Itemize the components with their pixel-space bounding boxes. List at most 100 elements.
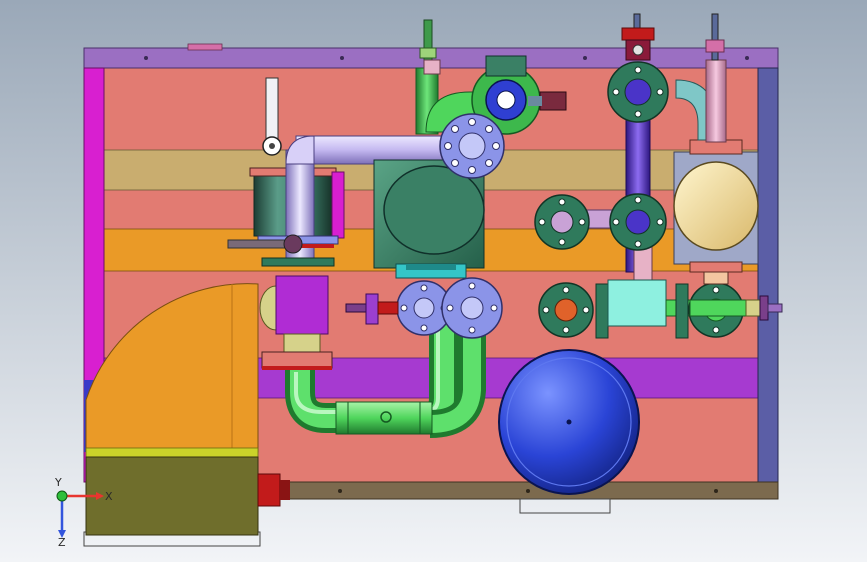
sample-valve-body: [365, 293, 379, 325]
valve-ring: [261, 257, 335, 267]
flange-ring: [595, 283, 609, 339]
top-rail-tab: [187, 43, 223, 51]
flange-bolt: [612, 88, 620, 96]
flange-bore: [554, 298, 578, 322]
flange-bolt: [420, 284, 428, 292]
green-outlet-pipe: [689, 299, 751, 317]
expansion-tank[interactable]: [498, 349, 640, 495]
vent-stem: [423, 59, 441, 75]
red-connector-cap: [280, 480, 290, 500]
flange-bore: [625, 209, 651, 235]
flange-bolt: [612, 218, 620, 226]
ball-valve-knob-2[interactable]: [283, 234, 303, 254]
flange-bolt: [562, 286, 570, 294]
flange-bolt: [578, 218, 586, 226]
sample-valve-port: [377, 301, 399, 315]
outlet-fitting: [745, 299, 761, 317]
outlet-valve-handle[interactable]: [767, 303, 783, 313]
strainer-body[interactable]: [275, 275, 329, 335]
flange-bolt: [492, 142, 500, 150]
flange-bolt: [558, 238, 566, 246]
flange-bore: [624, 78, 652, 106]
flange-bolt: [485, 159, 493, 167]
flange-bolt: [712, 326, 720, 334]
flange-bore: [550, 210, 574, 234]
booster-pump-bottom-flange: [689, 261, 743, 273]
flange-bolt: [468, 118, 476, 126]
bolt: [526, 489, 530, 493]
flange-bolt: [582, 306, 590, 314]
strainer-flange-line: [262, 366, 332, 370]
booster-pump[interactable]: [673, 139, 759, 285]
valve-stem-cap: [419, 47, 437, 59]
outlet-valve[interactable]: [759, 295, 769, 321]
butterfly-valve-top: [485, 55, 527, 77]
booster-pump-housing[interactable]: [673, 161, 759, 251]
ball-valve-lever-2[interactable]: [227, 239, 291, 249]
flange-bore: [458, 132, 486, 160]
flange-bolt: [562, 326, 570, 334]
flange-bore: [413, 297, 435, 319]
flange-bolt: [468, 166, 476, 174]
flange-bolt: [490, 304, 498, 312]
pump-base-band: [406, 264, 456, 270]
strainer-neck: [283, 333, 321, 353]
x-axis-label: X: [105, 490, 113, 503]
z-axis-label: Z: [58, 536, 66, 549]
flange-bolt: [451, 159, 459, 167]
strainer-flange: [261, 351, 333, 369]
flange-bolt: [634, 66, 642, 74]
ball-valve-knob-center: [269, 143, 275, 149]
filter-side-plate: [331, 171, 345, 239]
cad-viewport[interactable]: X Y Z: [0, 0, 867, 562]
flange-bolt: [451, 125, 459, 133]
right-post: [757, 67, 779, 483]
bolt: [714, 489, 718, 493]
flange-top-center[interactable]: [439, 113, 505, 179]
flange-bolt: [656, 218, 664, 226]
red-connector: [257, 473, 281, 507]
butterfly-actuator[interactable]: [539, 91, 567, 111]
flange-bolt: [485, 125, 493, 133]
flange-bolt: [420, 324, 428, 332]
flange-bore: [460, 296, 484, 320]
gauge-cap[interactable]: [705, 39, 725, 53]
flange-bolt: [656, 88, 664, 96]
flange-bolt: [468, 282, 476, 290]
flange-bolt: [542, 306, 550, 314]
flange-bolt: [468, 326, 476, 334]
bolt: [745, 56, 749, 60]
flange-bolt: [634, 240, 642, 248]
flange-bolt: [712, 286, 720, 294]
flange-bolt: [558, 198, 566, 206]
strainer-cyan-body[interactable]: [607, 279, 667, 327]
butterfly-valve-hub: [496, 90, 516, 110]
bolt: [340, 56, 344, 60]
yellow-strip: [85, 447, 259, 458]
valve-indicator: [632, 44, 644, 56]
butterfly-actuator-collar: [528, 96, 542, 106]
bolt: [583, 56, 587, 60]
flange-top-right[interactable]: [607, 61, 669, 123]
tank-port: [566, 419, 572, 425]
flange-bolt: [446, 304, 454, 312]
flange-bolt: [444, 142, 452, 150]
pink-riser: [633, 245, 653, 283]
pump-housing[interactable]: [383, 165, 485, 255]
sample-valve-handle[interactable]: [345, 303, 367, 313]
bolt: [144, 56, 148, 60]
booster-pump-outlet: [703, 271, 729, 285]
valve-handwheel[interactable]: [621, 27, 655, 41]
bolt: [338, 489, 342, 493]
pink-vertical-pipe: [705, 59, 727, 143]
flange-bolt: [400, 304, 408, 312]
flange-ring: [675, 283, 689, 339]
y-axis-dot: [56, 490, 68, 502]
ball-valve-lever[interactable]: [265, 77, 279, 143]
flange-bolt: [538, 218, 546, 226]
base-rail: [257, 481, 779, 500]
flange-bolt: [634, 196, 642, 204]
gauge-stem: [711, 13, 719, 61]
flange-bolt: [634, 110, 642, 118]
green-coupling: [335, 401, 433, 435]
